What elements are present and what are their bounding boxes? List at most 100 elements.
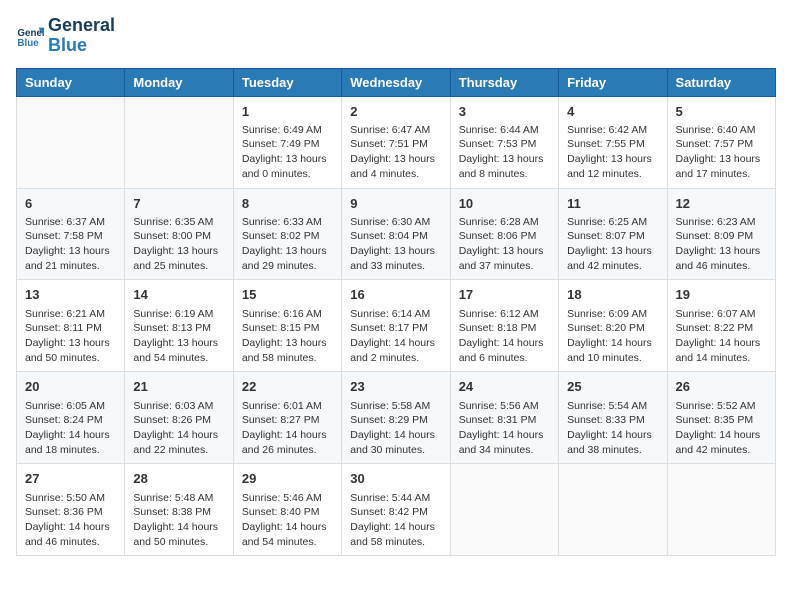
day-cell: 26 Sunrise: 5:52 AM Sunset: 8:35 PM Dayli… <box>667 372 775 464</box>
day-cell: 4 Sunrise: 6:42 AM Sunset: 7:55 PM Daylig… <box>559 96 667 188</box>
day-info: Sunrise: 5:54 AM Sunset: 8:33 PM Dayligh… <box>567 399 658 458</box>
day-cell: 17 Sunrise: 6:12 AM Sunset: 8:18 PM Dayli… <box>450 280 558 372</box>
day-number: 15 <box>242 286 333 304</box>
day-cell: 14 Sunrise: 6:19 AM Sunset: 8:13 PM Dayli… <box>125 280 233 372</box>
day-number: 8 <box>242 195 333 213</box>
week-row-5: 27 Sunrise: 5:50 AM Sunset: 8:36 PM Dayli… <box>17 464 776 556</box>
day-cell: 20 Sunrise: 6:05 AM Sunset: 8:24 PM Dayli… <box>17 372 125 464</box>
day-cell: 27 Sunrise: 5:50 AM Sunset: 8:36 PM Dayli… <box>17 464 125 556</box>
day-cell: 8 Sunrise: 6:33 AM Sunset: 8:02 PM Daylig… <box>233 188 341 280</box>
day-number: 29 <box>242 470 333 488</box>
day-info: Sunrise: 5:58 AM Sunset: 8:29 PM Dayligh… <box>350 399 441 458</box>
day-cell <box>667 464 775 556</box>
day-number: 12 <box>676 195 767 213</box>
day-number: 28 <box>133 470 224 488</box>
day-info: Sunrise: 5:44 AM Sunset: 8:42 PM Dayligh… <box>350 491 441 550</box>
day-number: 10 <box>459 195 550 213</box>
day-info: Sunrise: 6:40 AM Sunset: 7:57 PM Dayligh… <box>676 123 767 182</box>
day-number: 26 <box>676 378 767 396</box>
day-info: Sunrise: 6:12 AM Sunset: 8:18 PM Dayligh… <box>459 307 550 366</box>
logo-icon: General Blue <box>16 22 44 50</box>
day-cell: 23 Sunrise: 5:58 AM Sunset: 8:29 PM Dayli… <box>342 372 450 464</box>
day-info: Sunrise: 6:03 AM Sunset: 8:26 PM Dayligh… <box>133 399 224 458</box>
day-info: Sunrise: 6:33 AM Sunset: 8:02 PM Dayligh… <box>242 215 333 274</box>
weekday-header-thursday: Thursday <box>450 68 558 96</box>
day-cell: 11 Sunrise: 6:25 AM Sunset: 8:07 PM Dayli… <box>559 188 667 280</box>
day-cell <box>17 96 125 188</box>
logo: General Blue GeneralBlue <box>16 16 115 56</box>
week-row-1: 1 Sunrise: 6:49 AM Sunset: 7:49 PM Daylig… <box>17 96 776 188</box>
day-number: 2 <box>350 103 441 121</box>
day-number: 7 <box>133 195 224 213</box>
day-info: Sunrise: 6:37 AM Sunset: 7:58 PM Dayligh… <box>25 215 116 274</box>
day-cell <box>450 464 558 556</box>
week-row-3: 13 Sunrise: 6:21 AM Sunset: 8:11 PM Dayli… <box>17 280 776 372</box>
day-cell: 10 Sunrise: 6:28 AM Sunset: 8:06 PM Dayli… <box>450 188 558 280</box>
day-number: 11 <box>567 195 658 213</box>
week-row-2: 6Sunrise: 6:37 AM Sunset: 7:58 PM Daylig… <box>17 188 776 280</box>
day-number: 1 <box>242 103 333 121</box>
day-info: Sunrise: 6:28 AM Sunset: 8:06 PM Dayligh… <box>459 215 550 274</box>
day-cell: 6Sunrise: 6:37 AM Sunset: 7:58 PM Daylig… <box>17 188 125 280</box>
weekday-header-wednesday: Wednesday <box>342 68 450 96</box>
page-header: General Blue GeneralBlue <box>16 16 776 56</box>
day-cell: 22Sunrise: 6:01 AM Sunset: 8:27 PM Dayli… <box>233 372 341 464</box>
day-info: Sunrise: 6:49 AM Sunset: 7:49 PM Dayligh… <box>242 123 333 182</box>
day-number: 9 <box>350 195 441 213</box>
day-cell: 15 Sunrise: 6:16 AM Sunset: 8:15 PM Dayli… <box>233 280 341 372</box>
day-info: Sunrise: 6:44 AM Sunset: 7:53 PM Dayligh… <box>459 123 550 182</box>
day-number: 13 <box>25 286 116 304</box>
day-cell <box>559 464 667 556</box>
day-number: 30 <box>350 470 441 488</box>
calendar-table: SundayMondayTuesdayWednesdayThursdayFrid… <box>16 68 776 557</box>
day-cell: 19Sunrise: 6:07 AM Sunset: 8:22 PM Dayli… <box>667 280 775 372</box>
day-info: Sunrise: 5:52 AM Sunset: 8:35 PM Dayligh… <box>676 399 767 458</box>
day-number: 27 <box>25 470 116 488</box>
day-info: Sunrise: 6:21 AM Sunset: 8:11 PM Dayligh… <box>25 307 116 366</box>
day-number: 24 <box>459 378 550 396</box>
svg-text:Blue: Blue <box>17 38 39 49</box>
day-info: Sunrise: 6:42 AM Sunset: 7:55 PM Dayligh… <box>567 123 658 182</box>
day-info: Sunrise: 6:23 AM Sunset: 8:09 PM Dayligh… <box>676 215 767 274</box>
day-number: 23 <box>350 378 441 396</box>
day-cell: 9Sunrise: 6:30 AM Sunset: 8:04 PM Daylig… <box>342 188 450 280</box>
weekday-header-friday: Friday <box>559 68 667 96</box>
day-info: Sunrise: 6:14 AM Sunset: 8:17 PM Dayligh… <box>350 307 441 366</box>
day-info: Sunrise: 6:19 AM Sunset: 8:13 PM Dayligh… <box>133 307 224 366</box>
day-cell: 24 Sunrise: 5:56 AM Sunset: 8:31 PM Dayli… <box>450 372 558 464</box>
day-cell: 13 Sunrise: 6:21 AM Sunset: 8:11 PM Dayli… <box>17 280 125 372</box>
day-cell: 18Sunrise: 6:09 AM Sunset: 8:20 PM Dayli… <box>559 280 667 372</box>
day-number: 16 <box>350 286 441 304</box>
day-number: 14 <box>133 286 224 304</box>
day-info: Sunrise: 6:16 AM Sunset: 8:15 PM Dayligh… <box>242 307 333 366</box>
day-number: 4 <box>567 103 658 121</box>
weekday-header-monday: Monday <box>125 68 233 96</box>
day-cell: 30 Sunrise: 5:44 AM Sunset: 8:42 PM Dayli… <box>342 464 450 556</box>
day-info: Sunrise: 5:50 AM Sunset: 8:36 PM Dayligh… <box>25 491 116 550</box>
day-info: Sunrise: 5:48 AM Sunset: 8:38 PM Dayligh… <box>133 491 224 550</box>
day-number: 21 <box>133 378 224 396</box>
day-cell: 3Sunrise: 6:44 AM Sunset: 7:53 PM Daylig… <box>450 96 558 188</box>
weekday-header-saturday: Saturday <box>667 68 775 96</box>
day-info: Sunrise: 6:05 AM Sunset: 8:24 PM Dayligh… <box>25 399 116 458</box>
day-info: Sunrise: 6:35 AM Sunset: 8:00 PM Dayligh… <box>133 215 224 274</box>
day-number: 20 <box>25 378 116 396</box>
day-info: Sunrise: 6:09 AM Sunset: 8:20 PM Dayligh… <box>567 307 658 366</box>
day-cell: 1 Sunrise: 6:49 AM Sunset: 7:49 PM Daylig… <box>233 96 341 188</box>
day-cell: 2 Sunrise: 6:47 AM Sunset: 7:51 PM Daylig… <box>342 96 450 188</box>
day-cell: 12 Sunrise: 6:23 AM Sunset: 8:09 PM Dayli… <box>667 188 775 280</box>
day-info: Sunrise: 5:46 AM Sunset: 8:40 PM Dayligh… <box>242 491 333 550</box>
weekday-header-sunday: Sunday <box>17 68 125 96</box>
logo-text: GeneralBlue <box>48 16 115 56</box>
day-cell: 7 Sunrise: 6:35 AM Sunset: 8:00 PM Daylig… <box>125 188 233 280</box>
weekday-header-tuesday: Tuesday <box>233 68 341 96</box>
day-info: Sunrise: 6:47 AM Sunset: 7:51 PM Dayligh… <box>350 123 441 182</box>
day-number: 22 <box>242 378 333 396</box>
day-info: Sunrise: 6:25 AM Sunset: 8:07 PM Dayligh… <box>567 215 658 274</box>
day-cell: 16 Sunrise: 6:14 AM Sunset: 8:17 PM Dayli… <box>342 280 450 372</box>
day-number: 25 <box>567 378 658 396</box>
day-info: Sunrise: 5:56 AM Sunset: 8:31 PM Dayligh… <box>459 399 550 458</box>
day-cell: 25 Sunrise: 5:54 AM Sunset: 8:33 PM Dayli… <box>559 372 667 464</box>
day-cell: 29 Sunrise: 5:46 AM Sunset: 8:40 PM Dayli… <box>233 464 341 556</box>
day-number: 17 <box>459 286 550 304</box>
